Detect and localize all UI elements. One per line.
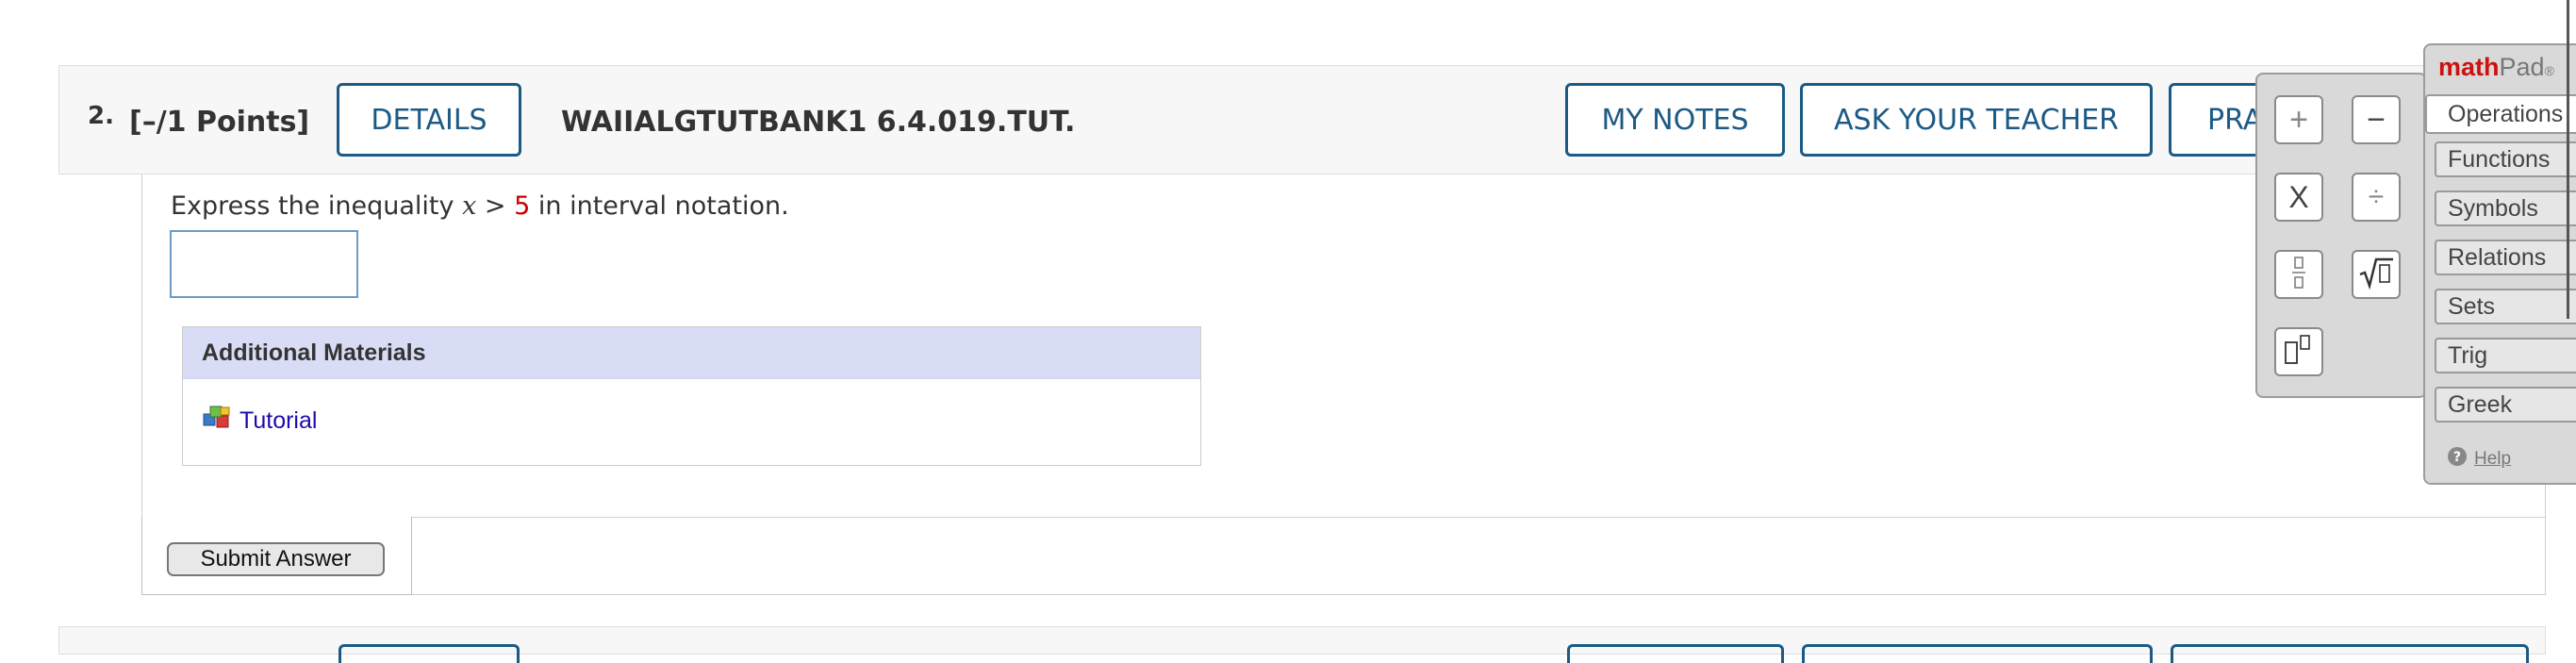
answer-input[interactable] (170, 230, 358, 298)
submit-divider (411, 517, 2546, 518)
mathpad-menu-panel: mathPad® Operations Functions Symbols Re… (2423, 43, 2576, 485)
menu-functions[interactable]: Functions (2435, 141, 2576, 177)
times-key[interactable]: X (2274, 173, 2323, 222)
minus-key[interactable]: − (2352, 95, 2401, 144)
next-practice-button[interactable] (2171, 644, 2529, 663)
plus-key[interactable]: + (2274, 95, 2323, 144)
mathpad-logo: mathPad® (2438, 53, 2554, 81)
tutorial-link[interactable]: Tutorial (202, 405, 317, 438)
additional-materials-panel: Additional Materials Tutorial (182, 326, 1201, 466)
svg-text:?: ? (2453, 450, 2461, 465)
submit-answer-button[interactable]: Submit Answer (167, 542, 385, 576)
menu-symbols[interactable]: Symbols (2435, 191, 2576, 226)
next-ask-teacher-button[interactable] (1802, 644, 2153, 663)
question-code: WAIIALGTUTBANK1 6.4.019.TUT. (561, 106, 1076, 139)
tutorial-cubes-icon (202, 405, 234, 438)
fraction-key[interactable] (2274, 250, 2323, 299)
additional-materials-heading: Additional Materials (183, 327, 1200, 379)
question-points: [–/1 Points] (129, 106, 310, 139)
mathpad-keys-panel: + − X ÷ (2255, 73, 2427, 398)
sqrt-icon (2357, 256, 2395, 294)
prompt-number: 5 (514, 191, 531, 221)
menu-operations[interactable]: Operations (2425, 94, 2576, 134)
question-header: 2. [–/1 Points] DETAILS WAIIALGTUTBANK1 … (58, 65, 2546, 174)
next-my-notes-button[interactable] (1567, 644, 1784, 663)
next-details-button[interactable] (339, 644, 520, 663)
question-icon: ? (2446, 445, 2469, 473)
next-question-header (58, 626, 2546, 663)
divide-key[interactable]: ÷ (2352, 173, 2401, 222)
help-label[interactable]: Help (2474, 449, 2511, 470)
exponent-icon (2282, 333, 2316, 372)
details-button[interactable]: DETAILS (337, 83, 521, 157)
menu-trig[interactable]: Trig (2435, 338, 2576, 373)
help-link[interactable]: ? Help (2446, 445, 2511, 473)
question-prompt: Express the inequality x > 5 in interval… (171, 191, 789, 221)
fraction-icon (2289, 254, 2308, 296)
prompt-variable: x (462, 191, 477, 221)
menu-greek[interactable]: Greek (2435, 387, 2576, 423)
my-notes-button[interactable]: MY NOTES (1565, 83, 1785, 157)
ask-your-teacher-button[interactable]: ASK YOUR TEACHER (1800, 83, 2153, 157)
scrollbar[interactable] (2567, 0, 2569, 319)
exponent-key[interactable] (2274, 327, 2323, 376)
question-number: 2. (88, 102, 114, 130)
menu-relations[interactable]: Relations (2435, 240, 2576, 275)
menu-sets[interactable]: Sets (2435, 289, 2576, 324)
tutorial-label[interactable]: Tutorial (239, 407, 317, 435)
sqrt-key[interactable] (2352, 250, 2401, 299)
